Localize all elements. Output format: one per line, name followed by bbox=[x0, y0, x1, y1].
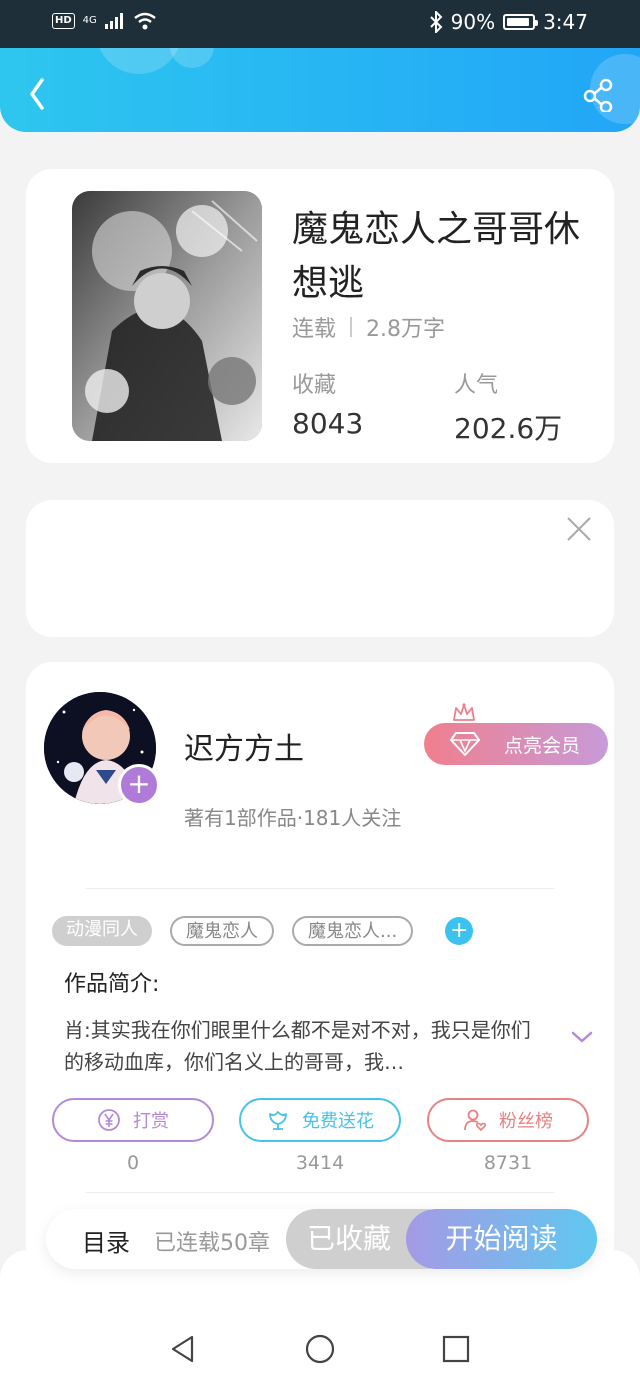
follow-author-button[interactable]: + bbox=[118, 764, 160, 806]
cover-artwork bbox=[72, 191, 262, 441]
back-button[interactable] bbox=[20, 68, 64, 112]
yen-coin-icon bbox=[98, 1109, 120, 1131]
vip-label: 点亮会员 bbox=[503, 734, 580, 757]
nav-home-icon[interactable] bbox=[305, 1334, 335, 1364]
reward-label: 打赏 bbox=[133, 1111, 169, 1132]
send-flower-label: 免费送花 bbox=[302, 1111, 374, 1132]
flower-icon bbox=[269, 1111, 287, 1130]
share-icon bbox=[583, 78, 613, 114]
header-bar bbox=[0, 48, 640, 132]
author-detail-card: + 迟方方土 著有1部作品·181人关注 点亮会员 动漫同人 魔鬼恋人 魔鬼恋人… bbox=[26, 662, 614, 1282]
table-of-contents-button[interactable]: 目录 bbox=[82, 1223, 130, 1258]
chapter-count[interactable]: 已连载50章 bbox=[154, 1225, 270, 1257]
book-info-card: 魔鬼恋人之哥哥休想逃 连载 2.8万字 收藏 8043 人气 202.6万 bbox=[26, 169, 614, 463]
author-name[interactable]: 迟方方土 bbox=[184, 724, 304, 768]
flower-count: 3414 bbox=[295, 1152, 345, 1174]
book-status: 连载 bbox=[292, 317, 337, 342]
book-meta: 连载 2.8万字 bbox=[292, 311, 445, 343]
add-tag-button[interactable]: + bbox=[445, 917, 474, 945]
send-flower-button[interactable]: 免费送花 bbox=[239, 1098, 401, 1142]
status-bar: HD 4G 90% 3:47 bbox=[0, 0, 640, 48]
reward-count: 0 bbox=[126, 1152, 140, 1174]
hd-indicator: HD bbox=[52, 13, 75, 29]
clock: 3:47 bbox=[543, 10, 588, 34]
nav-back-icon[interactable] bbox=[168, 1334, 198, 1364]
close-icon bbox=[567, 517, 591, 541]
popularity-value: 202.6万 bbox=[454, 412, 563, 445]
fan-ranking-label: 粉丝榜 bbox=[499, 1111, 553, 1132]
network-type: 4G bbox=[82, 15, 97, 26]
system-navigation-bar bbox=[0, 1250, 640, 1387]
crown-icon bbox=[453, 703, 475, 721]
close-ad-button[interactable] bbox=[564, 514, 594, 544]
tag-item[interactable]: 魔鬼恋人... bbox=[292, 916, 414, 946]
wifi-icon bbox=[134, 12, 156, 30]
share-button[interactable] bbox=[576, 68, 620, 114]
chevron-left-icon bbox=[30, 78, 44, 110]
favorites-label: 收藏 bbox=[292, 373, 337, 398]
bluetooth-icon bbox=[429, 11, 443, 33]
fan-ranking-button[interactable]: 粉丝榜 bbox=[427, 1098, 589, 1142]
popularity-label: 人气 bbox=[454, 373, 499, 398]
signal-icon bbox=[104, 13, 123, 29]
battery-percent: 90% bbox=[450, 10, 496, 34]
word-count: 2.8万字 bbox=[366, 317, 446, 342]
battery-icon bbox=[503, 14, 539, 30]
tag-list: 动漫同人 魔鬼恋人 魔鬼恋人... + bbox=[52, 916, 474, 946]
section-divider bbox=[86, 888, 554, 889]
tag-item[interactable]: 动漫同人 bbox=[52, 916, 152, 946]
reading-action-bar: 目录 已连载50章 已收藏 开始阅读 bbox=[46, 1209, 597, 1269]
book-cover-image[interactable] bbox=[72, 191, 262, 441]
vip-membership-button[interactable]: 点亮会员 bbox=[424, 723, 608, 765]
favorited-label: 已收藏 bbox=[306, 1222, 391, 1255]
decorative-bubble bbox=[170, 48, 214, 68]
nav-recents-icon[interactable] bbox=[441, 1334, 471, 1364]
intro-heading: 作品简介: bbox=[64, 972, 160, 997]
fan-count: 8731 bbox=[483, 1152, 533, 1174]
favorites-value: 8043 bbox=[292, 407, 364, 440]
start-reading-button[interactable]: 开始阅读 bbox=[406, 1209, 597, 1269]
ad-banner-card bbox=[26, 500, 614, 637]
chevron-down-icon[interactable] bbox=[570, 1028, 594, 1046]
reward-button[interactable]: 打赏 bbox=[52, 1098, 214, 1142]
fan-heart-icon bbox=[464, 1109, 487, 1132]
decorative-bubble bbox=[96, 48, 182, 74]
author-info: 著有1部作品·181人关注 bbox=[184, 806, 402, 830]
intro-text[interactable]: 肖:其实我在你们眼里什么都不是对不对，我只是你们的移动血库，你们名义上的哥哥，我… bbox=[64, 1014, 546, 1078]
section-divider bbox=[86, 1192, 554, 1193]
diamond-icon bbox=[450, 732, 480, 756]
meta-separator bbox=[350, 317, 353, 337]
tag-item[interactable]: 魔鬼恋人 bbox=[170, 916, 274, 946]
book-title: 魔鬼恋人之哥哥休想逃 bbox=[292, 209, 581, 304]
